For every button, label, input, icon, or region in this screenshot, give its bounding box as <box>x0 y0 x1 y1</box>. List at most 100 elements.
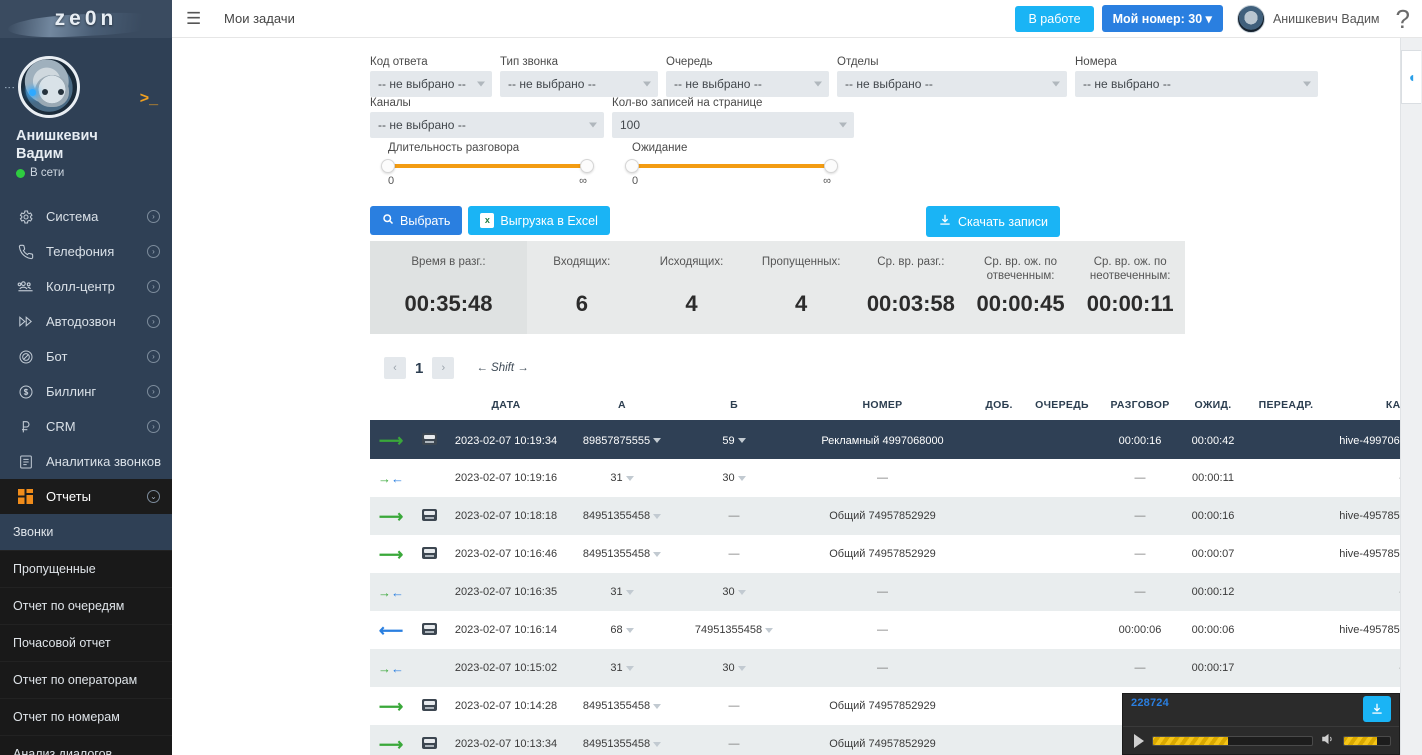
recording-icon[interactable] <box>421 698 437 711</box>
sidebar-subitem-propushchennye[interactable]: Пропущенные <box>0 551 172 588</box>
th-queue[interactable]: ОЧЕРЕДЬ <box>1023 393 1101 422</box>
table-row[interactable]: →←2023-02-07 10:16:353130——00:00:12—Неот… <box>370 573 1400 611</box>
phone-icon <box>16 242 35 261</box>
table-row[interactable]: →←2023-02-07 10:19:163130——00:00:11—Неот… <box>370 459 1400 497</box>
chevron-down-icon[interactable] <box>625 475 634 481</box>
terminal-icon[interactable]: >_ <box>140 90 158 108</box>
help-icon[interactable]: ? <box>1396 6 1410 32</box>
filter-tip-zvonka-select[interactable]: -- не выбрано -- <box>500 71 658 97</box>
chevron-down-icon[interactable] <box>653 513 662 519</box>
logo-bar[interactable]: ze0n <box>0 0 172 38</box>
sidebar-subitem-otchet-po-operatoram[interactable]: Отчет по операторам <box>0 662 172 699</box>
filter-nomera: Номера -- не выбрано -- <box>1075 56 1318 97</box>
right-rail-toggle[interactable]: ◖ <box>1401 50 1421 104</box>
avatar[interactable] <box>1236 4 1265 33</box>
download-records-button[interactable]: Скачать записи <box>925 206 1060 237</box>
th-date[interactable]: ДАТА <box>446 393 566 422</box>
sidebar-subitem-otchet-po-ocheredyam[interactable]: Отчет по очередям <box>0 588 172 625</box>
volume-bar[interactable] <box>1343 735 1391 746</box>
profile-kebab-icon[interactable]: ⋮ <box>3 82 15 93</box>
recording-icon[interactable] <box>421 433 437 445</box>
chevron-down-icon[interactable] <box>737 475 746 481</box>
recording-icon[interactable] <box>421 508 437 521</box>
table-row[interactable]: ⟶ 2023-02-07 10:19:34 89857875555 59 Рекламн… <box>370 421 1400 459</box>
chevron-down-icon[interactable] <box>625 627 634 633</box>
filter-page-size-select[interactable]: 100 <box>612 112 854 138</box>
sidebar-item-analitika-zvonkov[interactable]: Аналитика звонков › <box>0 444 172 479</box>
sidebar-item-telefoniya[interactable]: Телефония › <box>0 234 172 269</box>
work-status-button[interactable]: В работе <box>1015 5 1094 32</box>
th-talk[interactable]: РАЗГОВОР <box>1101 393 1179 422</box>
th-number[interactable]: НОМЕР <box>790 393 975 422</box>
select-button[interactable]: Выбрать <box>370 206 463 235</box>
filter-kanaly-select[interactable]: -- не выбрано -- <box>370 112 604 138</box>
filters-actions: Выбрать x Выгрузка в Excel Скачать запис… <box>370 206 1060 237</box>
sidebar-subitem-zvonki[interactable]: Звонки <box>0 514 172 551</box>
table-row[interactable]: ⟶ 2023-02-07 10:18:18 84951355458 — Общий 74… <box>370 497 1400 535</box>
slider-handle-max[interactable] <box>580 159 594 173</box>
chevron-down-icon[interactable] <box>737 589 746 595</box>
sidebar-item-billing[interactable]: Биллинг › <box>0 374 172 409</box>
cell-a: 84951355458 <box>566 497 678 535</box>
cell-queue <box>1023 687 1101 725</box>
slider-track[interactable] <box>625 159 838 173</box>
menu-toggle-icon[interactable]: ☰ <box>186 10 204 27</box>
table-row[interactable]: ⟶ 2023-02-07 10:16:46 84951355458 — Общий 74… <box>370 535 1400 573</box>
speaker-icon[interactable] <box>1321 733 1335 748</box>
export-excel-button[interactable]: x Выгрузка в Excel <box>468 206 610 235</box>
chevron-down-icon[interactable] <box>625 665 634 671</box>
cell-direction: → ← <box>370 649 412 687</box>
filter-ochered-select[interactable]: -- не выбрано -- <box>666 71 829 97</box>
chevron-down-icon[interactable] <box>765 627 774 633</box>
th-forward[interactable]: ПЕРЕАДР. <box>1247 393 1325 422</box>
recording-icon[interactable] <box>421 546 437 559</box>
filter-label: Каналы <box>370 97 411 109</box>
th-b[interactable]: Б <box>678 393 790 422</box>
chevron-down-icon[interactable] <box>653 703 662 709</box>
sidebar-item-sistema[interactable]: Система › <box>0 199 172 234</box>
sidebar-item-otchety[interactable]: Отчеты ⌄ <box>0 479 172 514</box>
chevron-down-icon[interactable] <box>737 665 746 671</box>
sidebar-subitem-label: Отчет по очередям <box>13 599 125 613</box>
filter-otdely: Отделы -- не выбрано -- <box>837 56 1067 97</box>
sidebar-subitem-otchet-po-nomeram[interactable]: Отчет по номерам <box>0 699 172 736</box>
chevron-down-icon[interactable] <box>625 589 634 595</box>
sidebar-item-avtodozvon[interactable]: Автодозвон › <box>0 304 172 339</box>
my-number-button[interactable]: Мой номер: 30 ▾ <box>1101 5 1223 32</box>
slider-handle-max[interactable] <box>824 159 838 173</box>
table-row[interactable]: →←2023-02-07 10:15:023130——00:00:17—Неот… <box>370 649 1400 687</box>
cell-date: 2023-02-07 10:13:34 <box>454 738 558 750</box>
seek-bar[interactable] <box>1152 735 1313 746</box>
sidebar-item-crm[interactable]: CRM › <box>0 409 172 444</box>
th-wait[interactable]: ОЖИД. <box>1179 393 1247 422</box>
table-row[interactable]: ⟵ 2023-02-07 10:16:14 68 74951355458 — 00:00:… <box>370 611 1400 649</box>
profile-avatar[interactable] <box>18 56 80 118</box>
cell-a: 84951355458 <box>566 687 678 725</box>
slider-handle-min[interactable] <box>381 159 395 173</box>
slider-handle-min[interactable] <box>625 159 639 173</box>
recording-icon[interactable] <box>421 622 437 635</box>
sidebar-item-bot[interactable]: Бот › <box>0 339 172 374</box>
play-icon[interactable] <box>1134 733 1144 748</box>
chevron-down-icon[interactable] <box>653 438 662 444</box>
recording-icon[interactable] <box>421 736 437 749</box>
chevron-down-icon[interactable] <box>653 741 662 747</box>
th-a[interactable]: А <box>566 393 678 422</box>
chevron-down-icon[interactable] <box>653 551 662 557</box>
pagination-next-button[interactable]: › <box>432 357 455 379</box>
chevron-down-icon[interactable] <box>737 438 746 444</box>
th-dob[interactable]: ДОБ. <box>975 393 1023 422</box>
sidebar-item-koll-centr[interactable]: Колл-центр › <box>0 269 172 304</box>
filter-kod-otveta-select[interactable]: -- не выбрано -- <box>370 71 492 97</box>
filter-otdely-select[interactable]: -- не выбрано -- <box>837 71 1067 97</box>
slider-track[interactable] <box>381 159 594 173</box>
pagination-prev-button[interactable]: ‹ <box>384 357 406 379</box>
player-download-button[interactable] <box>1363 696 1391 722</box>
topbar-user-name: Анишкевич Вадим <box>1272 11 1380 26</box>
sidebar-subitem-analiz-dialogov[interactable]: Анализ диалогов <box>0 736 172 755</box>
filter-nomera-select[interactable]: -- не выбрано -- <box>1075 71 1318 97</box>
cell-a: 31 <box>566 459 678 497</box>
th-channel[interactable]: КАНАЛ <box>1325 393 1400 422</box>
right-rail: ◖ <box>1400 38 1422 755</box>
sidebar-subitem-pochasovoi-otchet[interactable]: Почасовой отчет <box>0 625 172 662</box>
